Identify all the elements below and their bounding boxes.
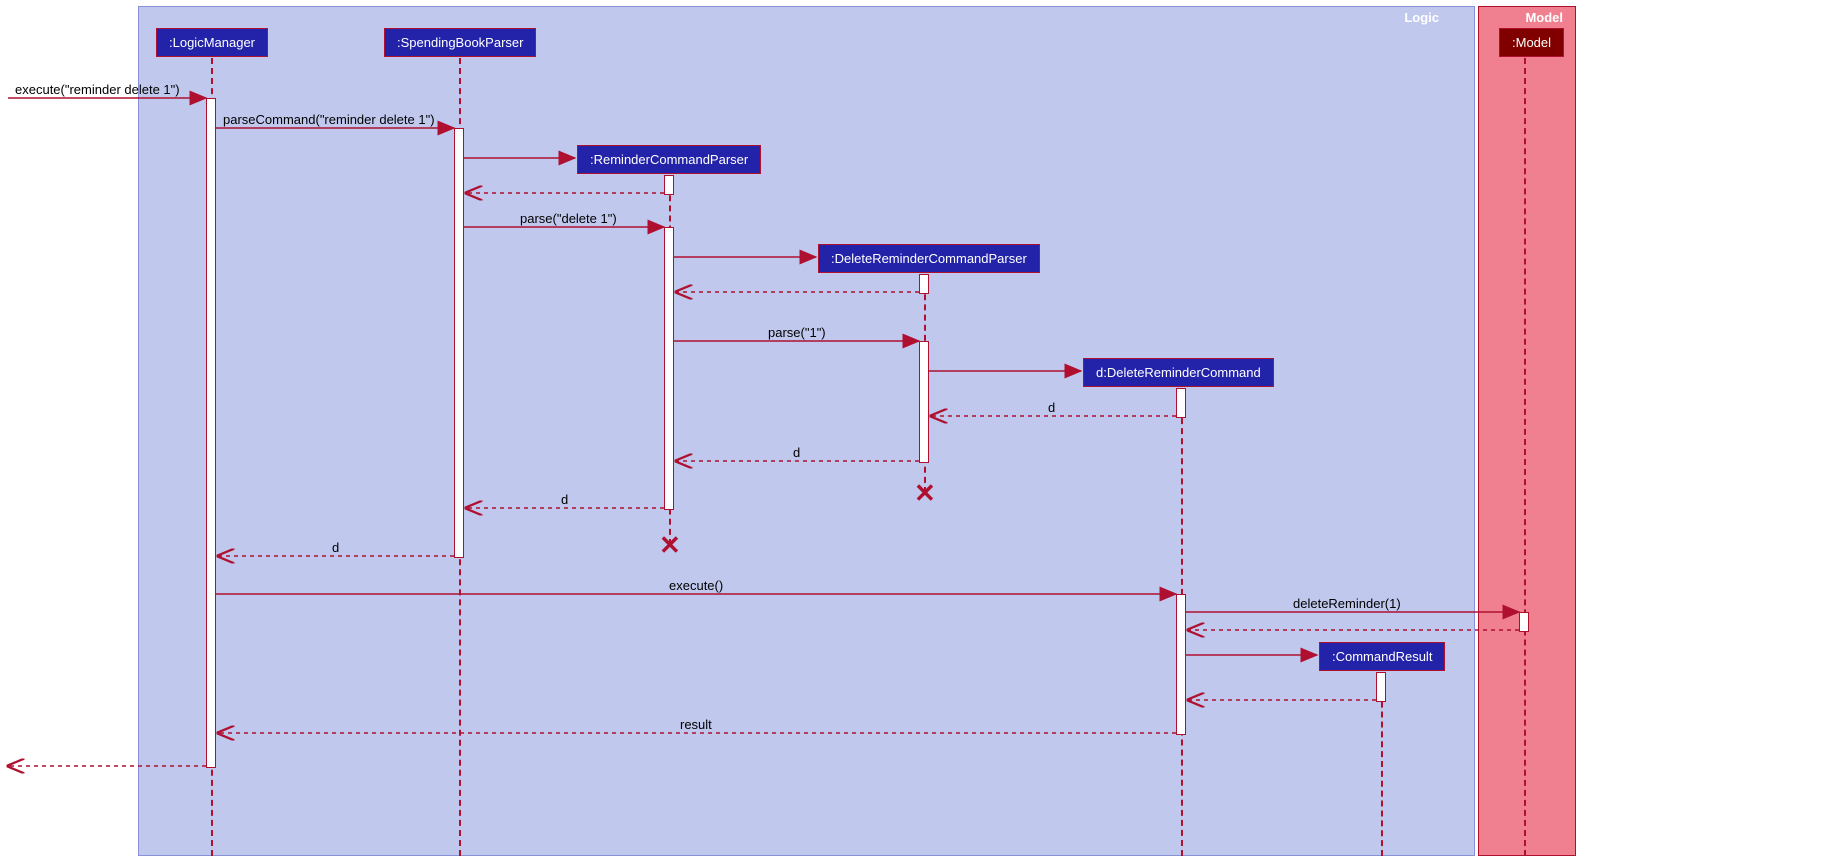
participant-logic-manager: :LogicManager [156, 28, 268, 57]
logic-frame: Logic [138, 6, 1475, 856]
activation-delete-reminder-command-2 [1176, 594, 1186, 735]
destroy-delete-reminder-command-parser: ✕ [914, 478, 936, 509]
model-frame-label: Model [1513, 7, 1575, 28]
participant-label: :ReminderCommandParser [590, 152, 748, 167]
model-frame: Model [1478, 6, 1576, 856]
participant-delete-reminder-command-parser: :DeleteReminderCommandParser [818, 244, 1040, 273]
msg-execute-in: execute("reminder delete 1") [15, 82, 180, 97]
msg-execute: execute() [669, 578, 723, 593]
logic-frame-label: Logic [1394, 7, 1474, 28]
model-frame-text: Model [1525, 10, 1563, 25]
destroy-reminder-command-parser: ✕ [659, 530, 681, 561]
participant-model: :Model [1499, 28, 1564, 57]
participant-label: d:DeleteReminderCommand [1096, 365, 1261, 380]
activation-command-result [1376, 672, 1386, 702]
participant-label: :CommandResult [1332, 649, 1432, 664]
msg-parse-command: parseCommand("reminder delete 1") [223, 112, 435, 127]
participant-command-result: :CommandResult [1319, 642, 1445, 671]
msg-ret-d3: d [561, 492, 568, 507]
msg-ret-d2: d [793, 445, 800, 460]
activation-delete-reminder-command-1 [1176, 388, 1186, 418]
msg-parse-delete1: parse("delete 1") [520, 211, 617, 226]
activation-model [1519, 612, 1529, 632]
msg-parse-1: parse("1") [768, 325, 826, 340]
participant-label: :LogicManager [169, 35, 255, 50]
activation-reminder-command-parser-1 [664, 175, 674, 195]
participant-delete-reminder-command: d:DeleteReminderCommand [1083, 358, 1274, 387]
participant-label: :DeleteReminderCommandParser [831, 251, 1027, 266]
activation-logic-manager [206, 98, 216, 768]
msg-ret-d1: d [1048, 400, 1055, 415]
activation-reminder-command-parser-2 [664, 227, 674, 510]
participant-label: :SpendingBookParser [397, 35, 523, 50]
lifeline-model [1524, 58, 1526, 856]
msg-delete-reminder: deleteReminder(1) [1293, 596, 1401, 611]
msg-ret-d4: d [332, 540, 339, 555]
activation-delete-reminder-command-parser-2 [919, 341, 929, 463]
msg-result: result [680, 717, 712, 732]
activation-spending-book-parser [454, 128, 464, 558]
participant-label: :Model [1512, 35, 1551, 50]
participant-reminder-command-parser: :ReminderCommandParser [577, 145, 761, 174]
participant-spending-book-parser: :SpendingBookParser [384, 28, 536, 57]
logic-frame-text: Logic [1404, 10, 1439, 25]
activation-delete-reminder-command-parser-1 [919, 274, 929, 294]
